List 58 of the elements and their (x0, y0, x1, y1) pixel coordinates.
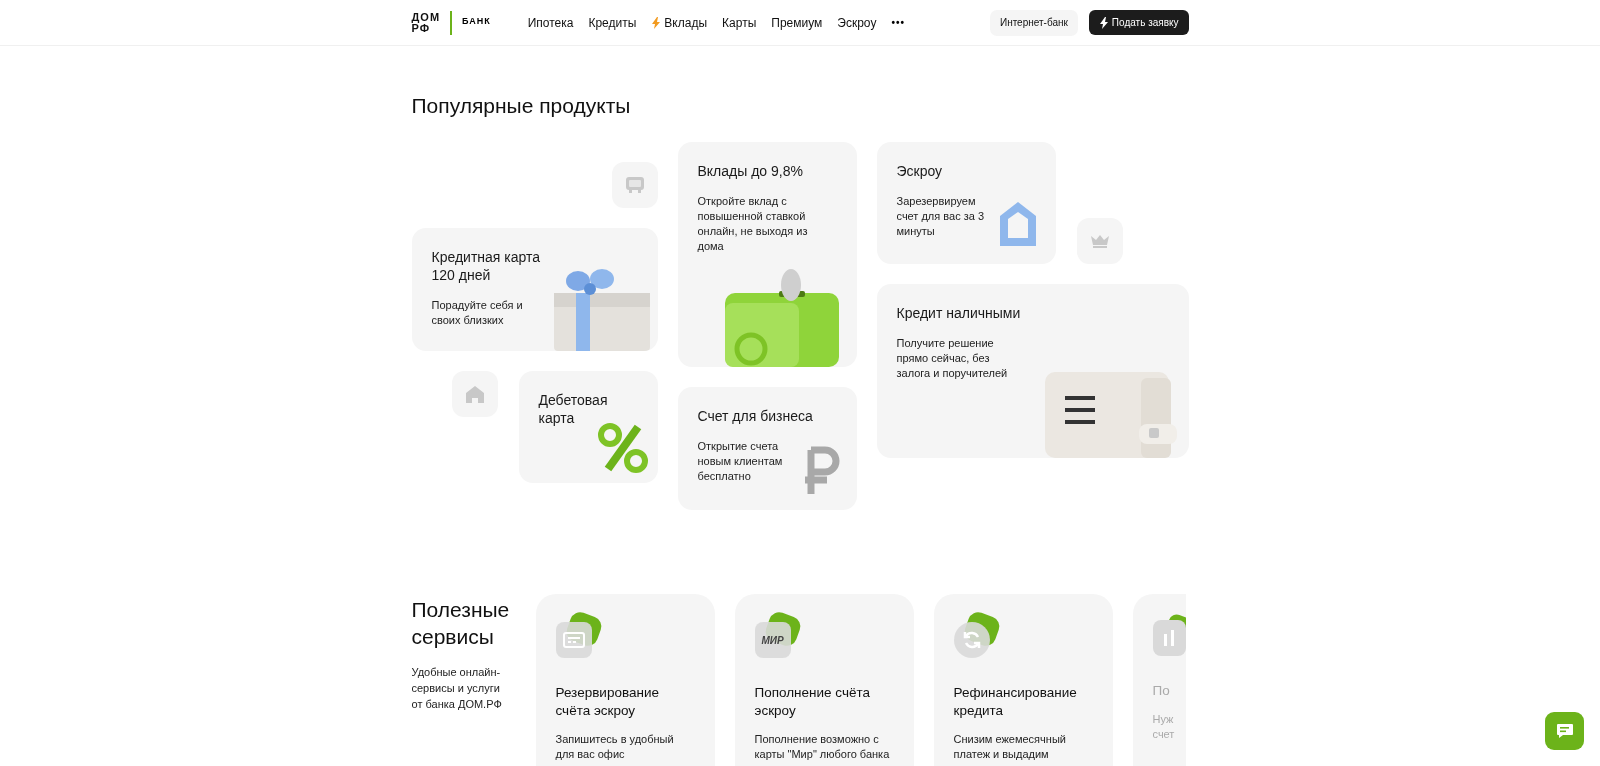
percent-icon (597, 423, 648, 473)
card-text: Порадуйте себя и своих близких (431, 298, 524, 328)
product-card[interactable]: Кредит наличными Получите решение прямо сейчас, без залога и поручителей (876, 284, 1189, 458)
nav-link[interactable]: Эскроу (837, 13, 877, 32)
house-icon (997, 200, 1038, 248)
service-title: Резервирование счёта эскроу (555, 684, 660, 720)
service-card[interactable]: Резервирование счёта эскроу Запишитесь в удобный для вас офис (535, 594, 715, 766)
card-text: Получите решение прямо сейчас, без залога и поручителей (896, 336, 1009, 381)
more-button[interactable]: ••• (891, 15, 905, 30)
card-logo: МИР (761, 633, 784, 648)
nav-link[interactable]: Карты (722, 13, 757, 32)
service-card[interactable]: Рефинансирование кредита Снизим ежемесячный платеж и выдадим (933, 594, 1113, 766)
nav-link[interactable]: Ипотека (527, 13, 574, 32)
product-card[interactable]: Дебетовая карта (518, 371, 658, 483)
apply-button[interactable]: Подать заявку (1088, 10, 1189, 35)
service-icon (1152, 614, 1186, 658)
nav-link[interactable]: Кредиты (588, 13, 637, 32)
section-title: Популярные продукты (411, 94, 632, 118)
card-title: Кредитная карта 120 дней (431, 248, 542, 284)
service-title: Пополнение счёта эскроу (754, 684, 871, 720)
card-title: Дебетовая карта (538, 391, 609, 427)
product-card[interactable]: Эскроу Зарезервируем счет для вас за 3 минуты (876, 142, 1056, 264)
card-text: Откройте вклад с повышенной ставкой онлайн, не выходя из дома (697, 194, 809, 254)
home-icon (464, 385, 485, 403)
crown-icon (1089, 234, 1110, 248)
product-card[interactable]: Вклады до 9,8% Откройте вклад с повышенной ставкой онлайн, не выходя из дома (677, 142, 857, 367)
logo-text: РФ (411, 22, 431, 34)
nav-link[interactable]: Вклады (651, 13, 708, 32)
service-card[interactable]: МИР Пополнение счёта эскроу Пополнение возможно с карты "Мир" любого банка (734, 594, 914, 766)
service-text: счет (1152, 727, 1176, 742)
service-text: Пополнение возможно с карты "Мир" любого банка (754, 732, 891, 762)
monitor-icon (624, 176, 645, 194)
service-title: По (1152, 682, 1171, 700)
section-title: Полезные сервисы (411, 597, 511, 650)
lightning-icon (651, 16, 662, 29)
nav-link[interactable]: Премиум (771, 13, 823, 32)
product-card[interactable]: Кредитная карта 120 дней Порадуйте себя и своих близких (411, 228, 658, 351)
service-text: Нуж (1152, 712, 1175, 727)
card-text: Зарезервируем счет для вас за 3 минуты (896, 194, 986, 239)
logo-text: БАНК (462, 14, 491, 28)
card-title: Эскроу (896, 162, 944, 180)
card-text: Открытие счета новым клиентам бесплатно (697, 439, 784, 484)
internet-bank-button[interactable]: Интернет-банк (989, 9, 1078, 36)
chat-button[interactable] (1545, 712, 1584, 750)
logo[interactable]: ДОМ РФ БАНК (411, 10, 491, 35)
card-title: Вклады до 9,8% (697, 162, 804, 180)
terminal-icon (562, 632, 585, 648)
chat-icon (1555, 723, 1574, 739)
service-text: Снизим ежемесячный платеж и выдадим (953, 732, 1067, 762)
card-title: Счет для бизнеса (697, 407, 814, 425)
lightning-icon (1098, 16, 1109, 29)
card-title: Кредит наличными (896, 304, 1022, 322)
section-text: Удобные онлайн-сервисы и услуги от банка ДОМ.РФ (411, 665, 503, 712)
logo-text: ДОМ (411, 11, 441, 23)
service-title: Рефинансирование кредита (953, 684, 1078, 720)
product-card[interactable]: Счет для бизнеса Открытие счета новым клиентам бесплатно (677, 387, 857, 510)
service-text: Запишитесь в удобный для вас офис (555, 732, 675, 762)
refresh-icon (961, 630, 982, 650)
